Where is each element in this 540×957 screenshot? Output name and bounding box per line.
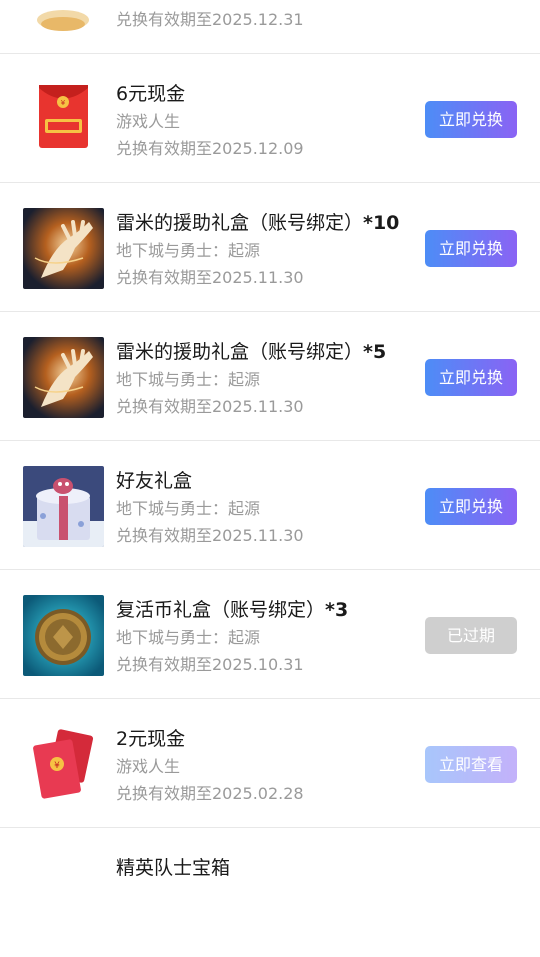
list-item: 好友礼盒 地下城与勇士：起源 兑换有效期至2025.11.30 立即兑换 [0, 442, 540, 570]
expiry-date: 兑换有效期至2025.11.30 [116, 397, 304, 416]
reward-source: 地下城与勇士：起源 [116, 628, 261, 647]
list-item: 精英队士宝箱 [0, 829, 540, 957]
reward-title: 2元现金 [116, 728, 186, 750]
expiry-date: 兑换有效期至2025.12.09 [116, 139, 304, 158]
red-envelope-icon: ¥ [23, 79, 104, 160]
reward-source: 地下城与勇士：起源 [116, 499, 261, 518]
reward-title: 复活币礼盒（账号绑定）*3 [116, 599, 349, 621]
red-envelope-pair-icon: ¥ [23, 724, 104, 805]
expiry-date: 兑换有效期至2025.12.31 [116, 10, 304, 29]
list-item: ¥ 6元现金 游戏人生 兑换有效期至2025.12.09 立即兑换 [0, 55, 540, 183]
expired-button[interactable]: 已过期 [425, 617, 517, 654]
glowing-hand-icon [23, 208, 104, 289]
reward-title: 雷米的援助礼盒（账号绑定）*10 [116, 212, 400, 234]
expiry-date: 兑换有效期至2025.11.30 [116, 268, 304, 287]
expiry-date: 兑换有效期至2025.02.28 [116, 784, 304, 803]
reward-title: 精英队士宝箱 [116, 857, 231, 879]
redeem-button[interactable]: 立即兑换 [425, 359, 517, 396]
reward-source: 游戏人生 [116, 112, 181, 131]
reward-source: 地下城与勇士：起源 [116, 370, 261, 389]
reward-title: 雷米的援助礼盒（账号绑定）*5 [116, 341, 387, 363]
list-item: 雷米的援助礼盒（账号绑定）*10 地下城与勇士：起源 兑换有效期至2025.11… [0, 184, 540, 312]
coin-icon [23, 595, 104, 676]
gift-top-partial-icon [23, 0, 104, 31]
list-item: 雷米的援助礼盒（账号绑定）*5 地下城与勇士：起源 兑换有效期至2025.11.… [0, 313, 540, 441]
expiry-date: 兑换有效期至2025.10.31 [116, 655, 304, 674]
expiry-date: 兑换有效期至2025.11.30 [116, 526, 304, 545]
svg-text:¥: ¥ [61, 99, 66, 107]
svg-text:¥: ¥ [54, 761, 60, 771]
glowing-hand-icon [23, 337, 104, 418]
list-item: 复活币礼盒（账号绑定）*3 地下城与勇士：起源 兑换有效期至2025.10.31… [0, 571, 540, 699]
reward-title: 好友礼盒 [116, 470, 193, 492]
list-item: ¥ 2元现金 游戏人生 兑换有效期至2025.02.28 立即查看 [0, 700, 540, 828]
reward-source: 地下城与勇士：起源 [116, 241, 261, 260]
view-button[interactable]: 立即查看 [425, 746, 517, 783]
reward-title: 6元现金 [116, 83, 186, 105]
list-item: 兑换有效期至2025.12.31 [0, 0, 540, 54]
redeem-button[interactable]: 立即兑换 [425, 230, 517, 267]
redeem-button[interactable]: 立即兑换 [425, 101, 517, 138]
reward-source: 游戏人生 [116, 757, 181, 776]
gift-box-icon [23, 466, 104, 547]
redeem-button[interactable]: 立即兑换 [425, 488, 517, 525]
